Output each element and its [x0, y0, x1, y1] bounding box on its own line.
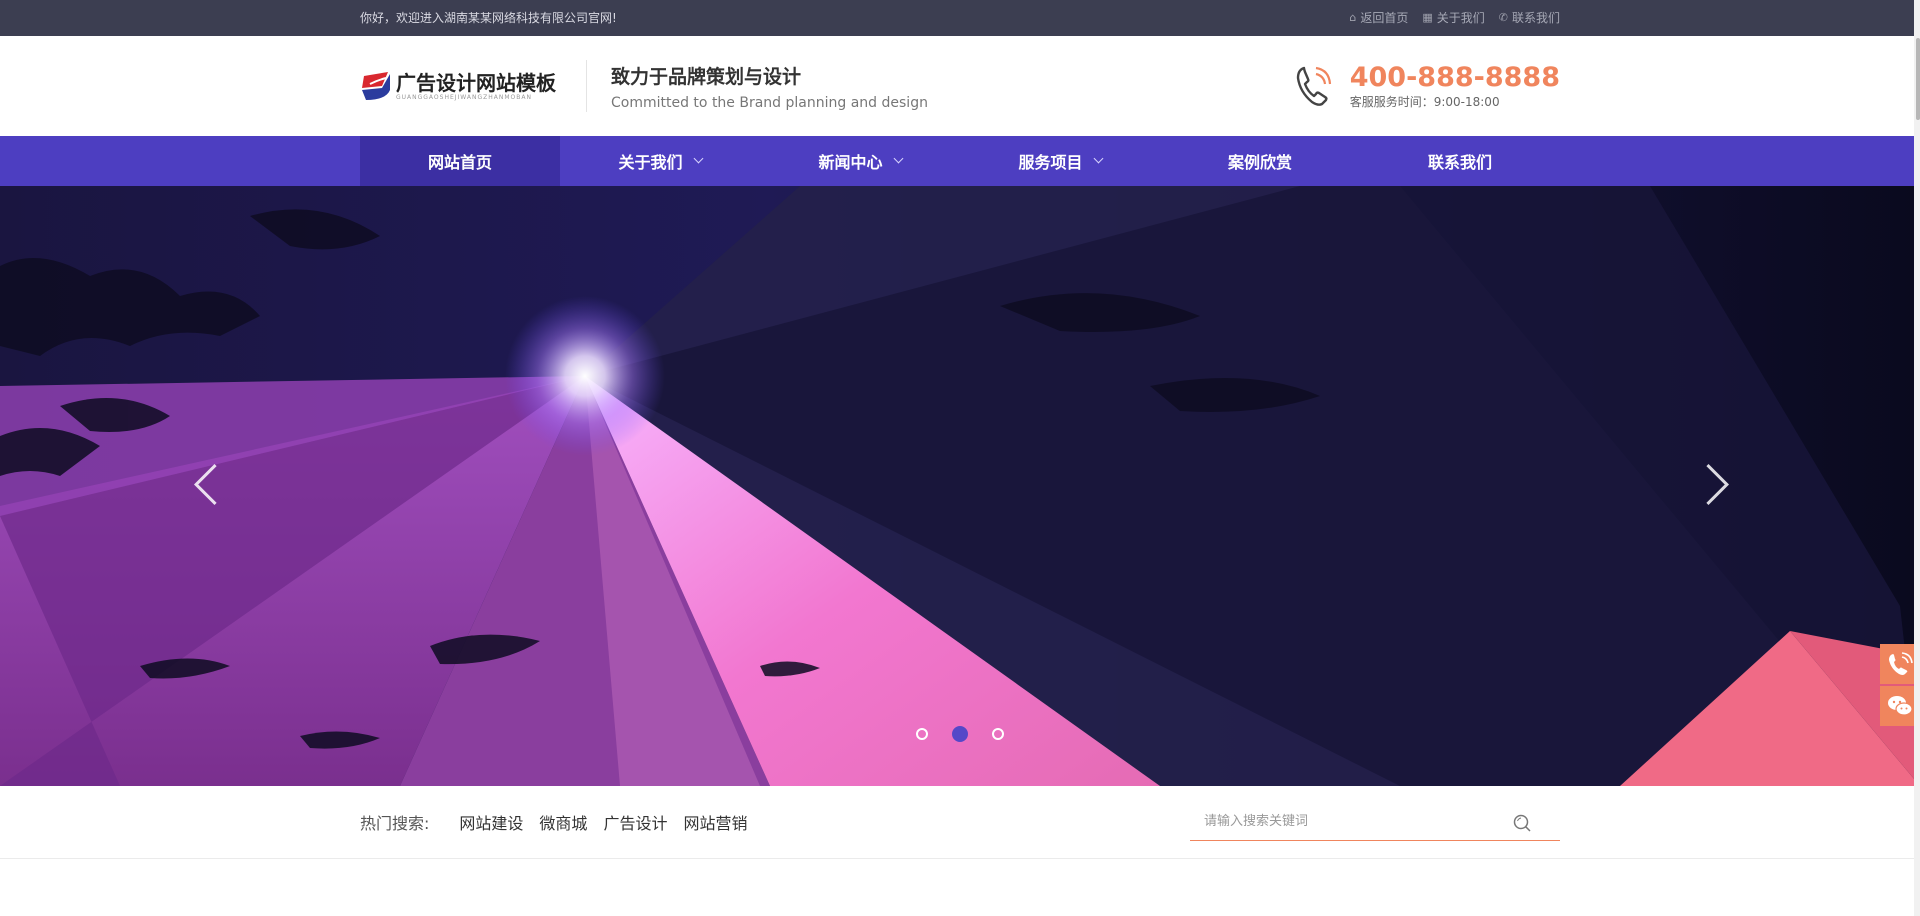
nav-label: 网站首页 — [427, 153, 492, 172]
service-time: 客服服务时间：9:00-18:00 — [1349, 94, 1500, 109]
nav-label: 新闻中心 — [818, 153, 883, 172]
search-box — [1190, 804, 1560, 841]
top-bar: 你好，欢迎进入湖南某某网络科技有限公司官网! ⌂ 返回首页 ▦ 关于我们 ✆ 联… — [0, 0, 1920, 36]
page-scrollbar[interactable] — [1914, 0, 1920, 916]
top-link-about[interactable]: ▦ 关于我们 — [1422, 0, 1484, 36]
phone-icon — [1889, 652, 1913, 675]
search-input[interactable] — [1190, 813, 1516, 830]
hotline: 400-888-8888 客服服务时间：9:00-18:00 — [1294, 61, 1560, 110]
welcome-text: 你好，欢迎进入湖南某某网络科技有限公司官网! — [360, 11, 617, 25]
slogan-cn: 致力于品牌策划与设计 — [611, 65, 802, 88]
top-link-label: 联系我们 — [1511, 11, 1560, 25]
chevron-right-icon — [1687, 463, 1730, 506]
main-nav: 网站首页 关于我们 新闻中心 服务项目 案例欣赏 联系我们 — [0, 136, 1920, 186]
hero-banner — [0, 186, 1920, 786]
top-link-contact[interactable]: ✆ 联系我们 — [1499, 0, 1560, 36]
banner-dot[interactable] — [992, 728, 1004, 740]
nav-item-cases[interactable]: 案例欣赏 — [1160, 136, 1360, 186]
banner-prev-arrow[interactable] — [186, 456, 236, 516]
nav-label: 案例欣赏 — [1227, 153, 1292, 172]
hot-keyword[interactable]: 网站营销 — [683, 810, 747, 834]
building-icon: ▦ — [1422, 11, 1433, 24]
hot-keyword[interactable]: 微商城 — [539, 810, 587, 834]
logo-subtext: GUANGGAOSHEJIWANGZHANMOBAN — [396, 93, 532, 101]
top-link-home[interactable]: ⌂ 返回首页 — [1349, 0, 1408, 36]
nav-item-contact[interactable]: 联系我们 — [1360, 136, 1560, 186]
scrollbar-thumb[interactable] — [1916, 38, 1920, 120]
logo-text: 广告设计网站模板 — [396, 70, 556, 95]
nav-label: 服务项目 — [1018, 153, 1083, 172]
search-section: 热门搜索: 网站建设 微商城 广告设计 网站营销 — [0, 786, 1920, 859]
wechat-icon — [1888, 696, 1913, 716]
chevron-down-icon — [1093, 153, 1103, 164]
hotline-number: 400-888-8888 — [1349, 61, 1560, 93]
slogan-en: Committed to the Brand planning and desi… — [611, 94, 928, 111]
chevron-down-icon — [893, 153, 903, 164]
slogan: 致力于品牌策划与设计 Committed to the Brand planni… — [611, 62, 928, 111]
nav-item-about[interactable]: 关于我们 — [560, 136, 760, 186]
logo-mark-icon — [362, 72, 390, 100]
banner-image — [0, 186, 1920, 786]
banner-pagination — [0, 726, 1920, 742]
search-icon[interactable] — [1512, 813, 1532, 837]
top-links: ⌂ 返回首页 ▦ 关于我们 ✆ 联系我们 — [1349, 0, 1560, 36]
home-icon: ⌂ — [1349, 11, 1357, 24]
hot-search-title: 热门搜索: — [360, 814, 430, 833]
chevron-down-icon — [693, 153, 703, 164]
top-link-label: 返回首页 — [1360, 11, 1409, 25]
nav-item-news[interactable]: 新闻中心 — [760, 136, 960, 186]
hot-keyword[interactable]: 网站建设 — [459, 810, 523, 834]
site-header: 广告设计网站模板 GUANGGAOSHEJIWANGZHANMOBAN 致力于品… — [0, 36, 1920, 136]
banner-next-arrow[interactable] — [1687, 456, 1734, 516]
banner-dot[interactable] — [916, 728, 928, 740]
top-link-label: 关于我们 — [1436, 11, 1485, 25]
nav-label: 关于我们 — [618, 153, 683, 172]
phone-icon — [1296, 66, 1331, 106]
header-divider — [586, 60, 587, 112]
nav-label: 联系我们 — [1427, 153, 1492, 172]
banner-dot-active[interactable] — [952, 726, 968, 742]
nav-item-services[interactable]: 服务项目 — [960, 136, 1160, 186]
hot-keyword[interactable]: 广告设计 — [603, 810, 667, 834]
nav-item-home[interactable]: 网站首页 — [360, 136, 560, 186]
site-logo[interactable]: 广告设计网站模板 GUANGGAOSHEJIWANGZHANMOBAN — [360, 70, 556, 102]
phone-icon: ✆ — [1498, 11, 1508, 24]
